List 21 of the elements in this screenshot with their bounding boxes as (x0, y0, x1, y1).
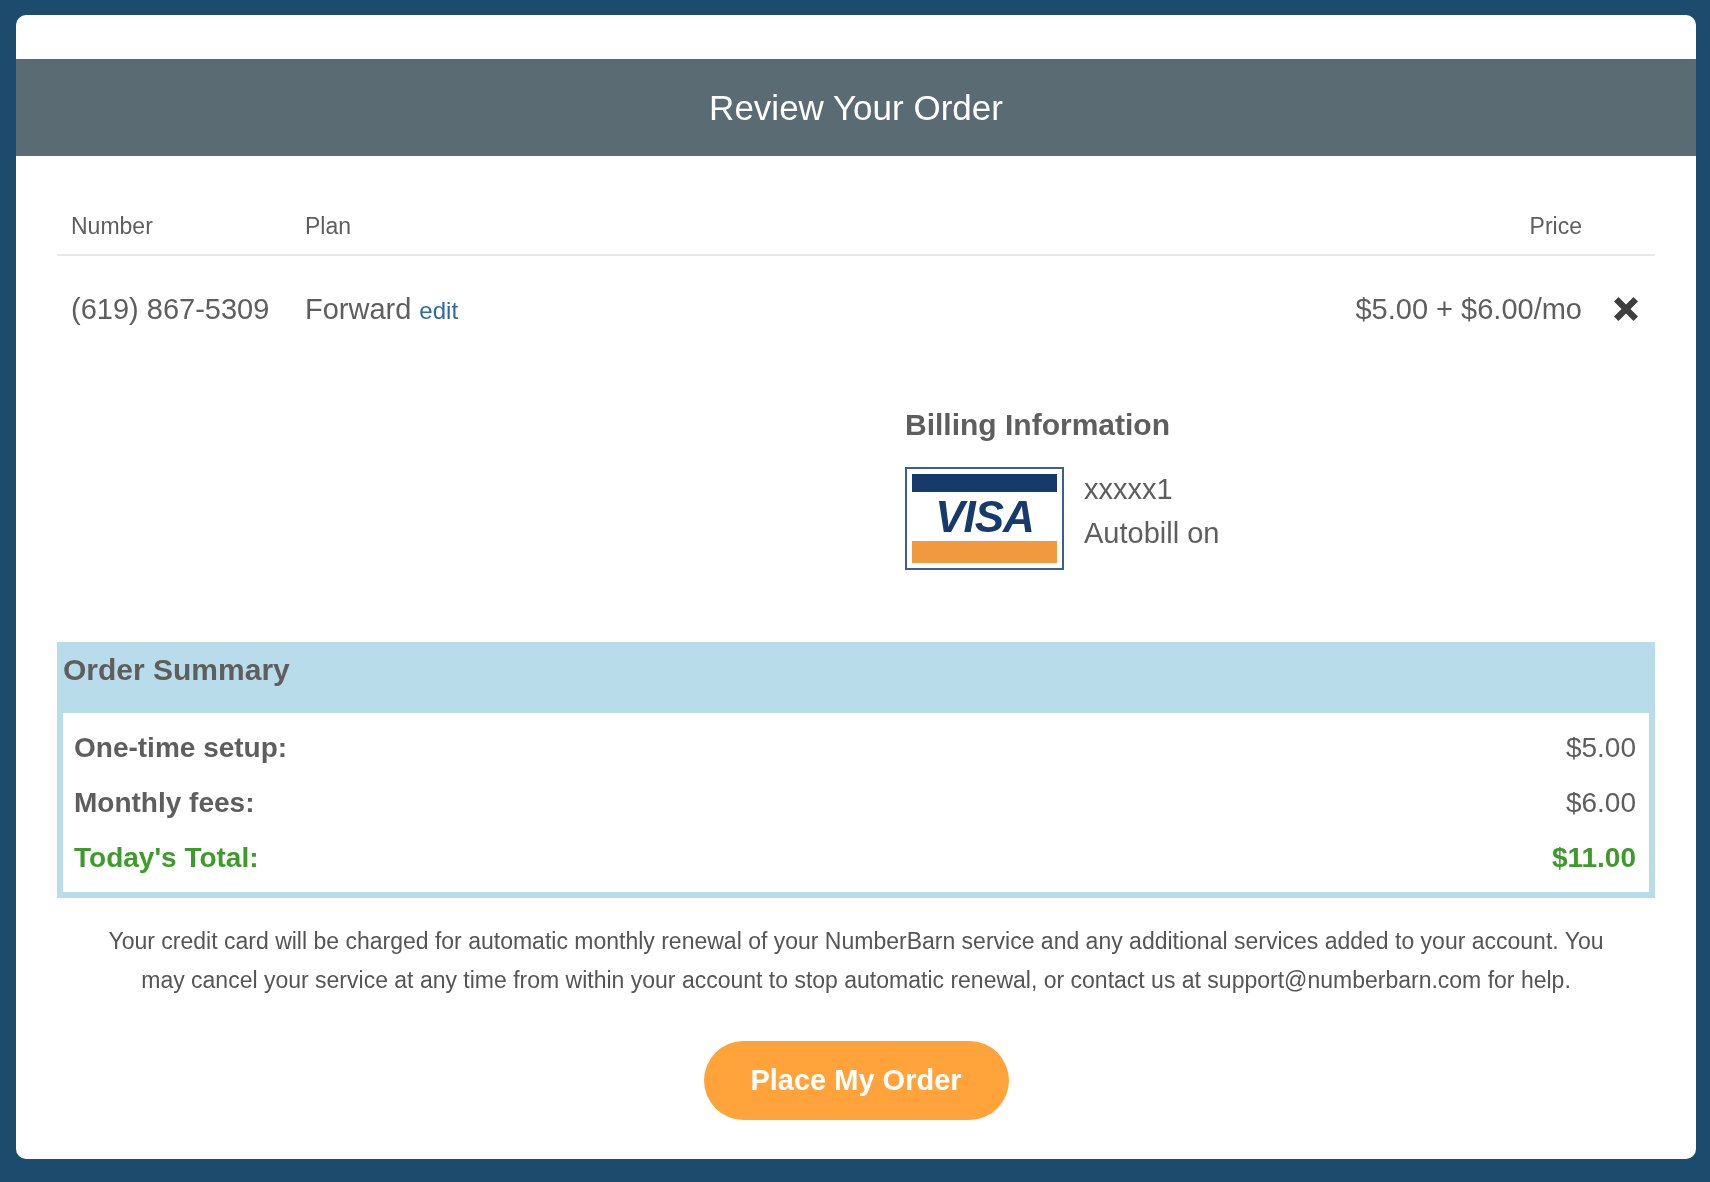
price: $5.00 + $6.00/mo (1355, 292, 1582, 327)
summary-label: One-time setup: (74, 731, 288, 764)
plan-name: Forward (305, 292, 412, 327)
summary-value: $6.00 (1565, 786, 1636, 819)
autobill-status: Autobill on (1084, 516, 1220, 551)
total-label: Today's Total: (74, 841, 259, 874)
close-icon[interactable] (1614, 297, 1638, 321)
summary-label: Monthly fees: (74, 786, 255, 819)
edit-link[interactable]: edit (419, 295, 459, 327)
column-header: Plan (305, 213, 352, 239)
page-title: Review Your Order (709, 86, 1003, 129)
card-logo: VISA (905, 467, 1064, 570)
card-number: xxxxx1 (1084, 472, 1173, 507)
phone-number: (619) 867-5309 (71, 292, 270, 327)
summary-value: $5.00 (1565, 731, 1636, 764)
total-value: $11.00 (1551, 841, 1636, 874)
renewal-notice: Your credit card will be charged for automatic monthly renewal of your NumberBarn service and any additional services added to your account. You may cancel your service at any time from within your account to stop automatic renewal, or contact us at support@numberbarn.com for help. (107, 927, 1605, 995)
summary-title: Order Summary (63, 652, 291, 688)
column-header: Price (1529, 213, 1582, 239)
column-header: Number (71, 213, 153, 239)
section-title: Billing Information (905, 407, 1170, 443)
